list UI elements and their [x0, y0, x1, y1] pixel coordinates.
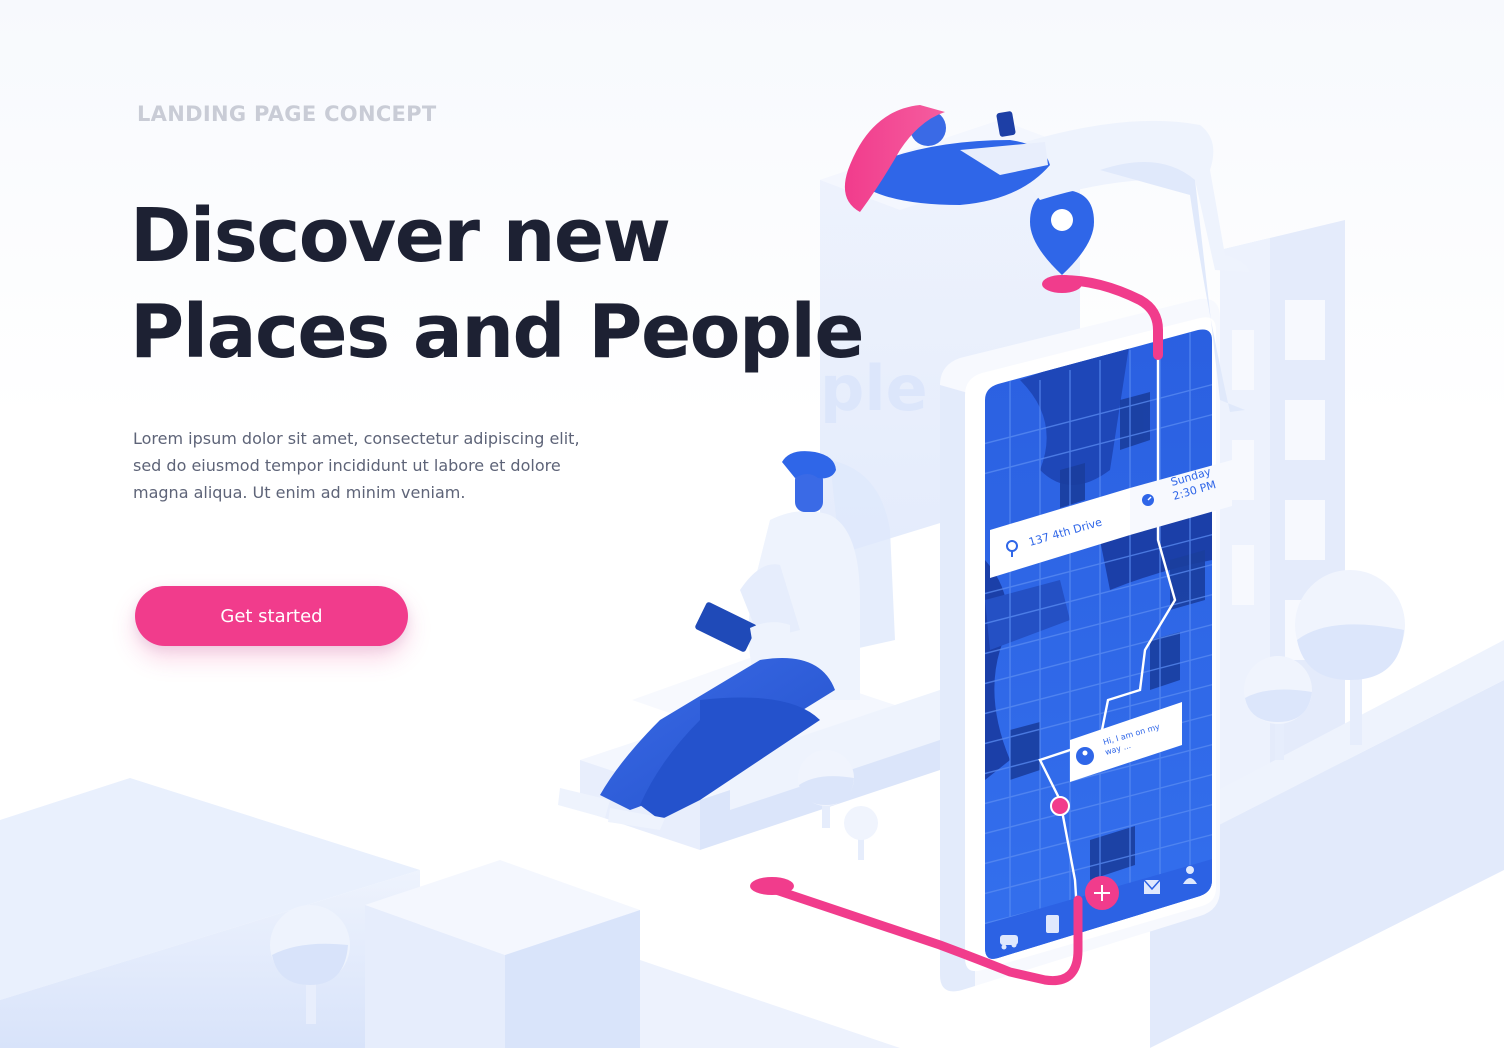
eyebrow-label: LANDING PAGE CONCEPT	[137, 102, 437, 126]
bus-icon[interactable]	[1046, 915, 1059, 933]
chat-icon	[1076, 747, 1094, 765]
description-line-3: magna aliqua. Ut enim ad minim veniam.	[133, 483, 466, 502]
hero-description: Lorem ipsum dolor sit amet, consectetur …	[133, 425, 613, 506]
clock-icon	[1142, 494, 1154, 506]
headline-line-1: Discover new	[130, 193, 671, 279]
plus-icon[interactable]	[1085, 876, 1119, 910]
landing-page: ple 137 4th Drive Sunday 2:30 PM Hi, I a…	[0, 0, 1504, 1048]
description-line-1: Lorem ipsum dolor sit amet, consectetur …	[133, 429, 580, 448]
hero-headline: Discover new Places and People	[130, 188, 865, 380]
mail-icon[interactable]	[1143, 879, 1161, 894]
get-started-button[interactable]: Get started	[135, 586, 408, 646]
headline-line-2: Places and People	[130, 289, 865, 375]
description-line-2: sed do eiusmod tempor incididunt ut labo…	[133, 456, 561, 475]
hero-illustration: ple 137 4th Drive Sunday 2:30 PM Hi, I a…	[0, 105, 1504, 1048]
